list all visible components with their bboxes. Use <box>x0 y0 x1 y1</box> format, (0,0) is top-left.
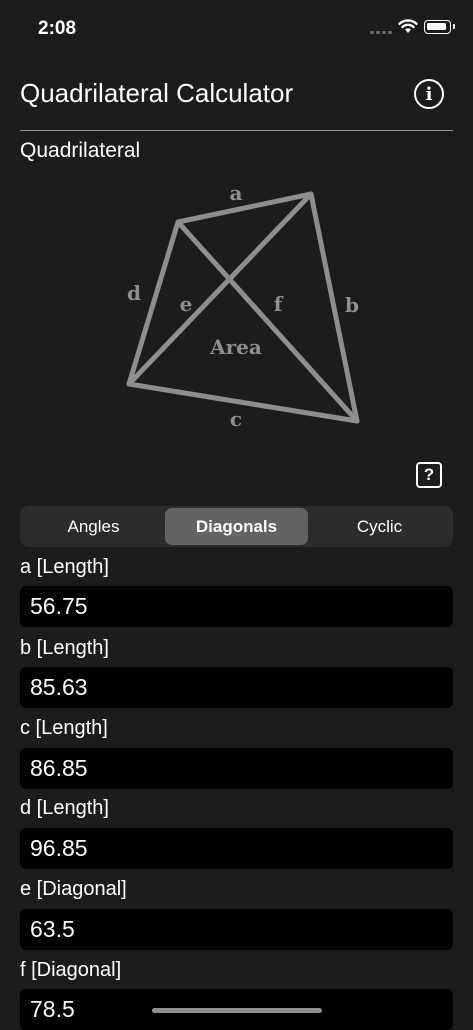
field-b-label: b [Length] <box>20 637 109 659</box>
battery-icon <box>424 20 455 34</box>
status-bar: 2:08 <box>0 0 473 58</box>
side-b-label: b <box>345 293 359 317</box>
info-icon[interactable]: i <box>414 79 444 109</box>
tab-angles[interactable]: Angles <box>22 508 165 545</box>
side-d-label: d <box>127 281 141 305</box>
field-c-label: c [Length] <box>20 717 108 739</box>
wifi-icon <box>398 19 418 33</box>
tab-diagonals[interactable]: Diagonals <box>165 508 308 545</box>
tab-cyclic[interactable]: Cyclic <box>308 508 451 545</box>
quadrilateral-shape <box>126 191 360 424</box>
field-e-input[interactable]: 63.5 <box>20 909 453 950</box>
field-a-label: a [Length] <box>20 556 109 578</box>
field-f-label: f [Diagonal] <box>20 959 122 981</box>
section-label: Quadrilateral <box>20 139 141 162</box>
diagonal-f-label: f <box>274 292 284 316</box>
help-icon[interactable]: ? <box>416 462 442 488</box>
field-c-input[interactable]: 86.85 <box>20 748 453 789</box>
field-d-input[interactable]: 96.85 <box>20 828 453 869</box>
diagonal-e-label: e <box>180 292 193 316</box>
page-title: Quadrilateral Calculator <box>20 78 294 108</box>
quadrilateral-diagram: a b c d e f Area <box>126 181 360 431</box>
field-d-label: d [Length] <box>20 797 109 819</box>
mode-segmented-control: Angles Diagonals Cyclic <box>20 506 453 547</box>
area-label: Area <box>209 335 262 359</box>
home-indicator <box>152 1008 322 1013</box>
field-b-input[interactable]: 85.63 <box>20 667 453 708</box>
header-divider <box>20 130 453 131</box>
field-e-label: e [Diagonal] <box>20 878 127 900</box>
side-c-label: c <box>230 407 242 431</box>
side-a-label: a <box>230 181 243 205</box>
cellular-signal-icon <box>370 31 392 34</box>
status-time: 2:08 <box>38 18 77 39</box>
field-a-input[interactable]: 56.75 <box>20 586 453 627</box>
diagonal-e <box>175 219 360 424</box>
